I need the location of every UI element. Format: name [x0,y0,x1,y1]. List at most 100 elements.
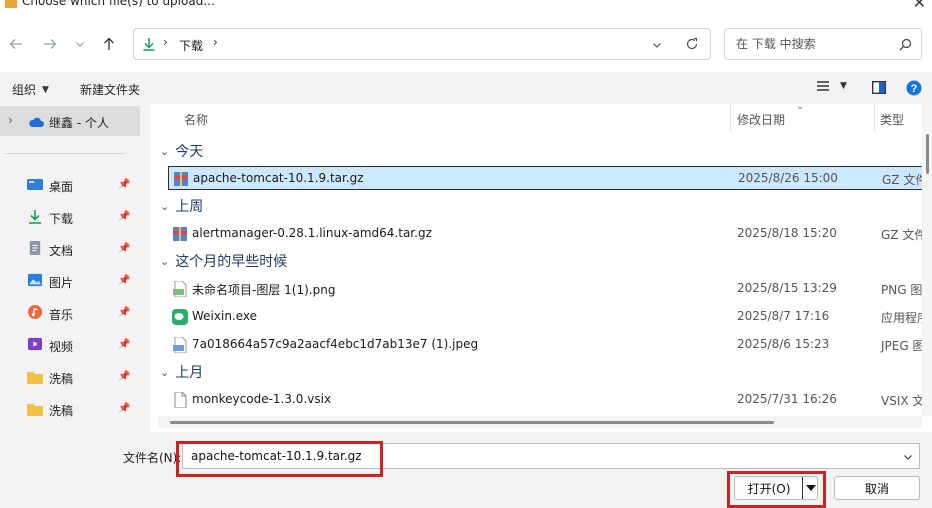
chevron-down-icon: ⌄ [160,254,170,268]
organize-label: 组织 [12,83,37,97]
file-type: VSIX 文 [881,394,922,408]
chevron-right-icon: › [163,35,168,49]
sidebar-item-music[interactable]: 音乐 📌 [0,298,140,328]
recent-locations-button[interactable] [67,31,93,57]
chevron-down-icon[interactable] [903,452,913,462]
chevron-down-icon [76,42,84,47]
app-icon [5,0,17,8]
file-row[interactable]: monkeycode-1.3.0.vsix 2025/7/31 16:26 VS… [168,388,922,412]
pin-icon: 📌 [118,243,131,254]
file-date: 2025/7/31 16:26 [737,392,837,406]
new-folder-button[interactable]: 新建文件夹 [80,81,140,98]
desktop-icon [27,179,43,190]
file-name: 7a018664a57c9a2aacf4ebc1d7ab13e7 (1).jpe… [192,337,479,351]
video-icon [28,337,42,351]
preview-pane-icon[interactable] [872,81,886,94]
pin-icon: 📌 [118,339,131,350]
caret-down-icon: ▼ [42,84,49,95]
chevron-down-icon: ⌄ [160,199,170,213]
folder-icon [27,404,43,416]
svg-text:?: ? [911,83,918,95]
file-list: 名称 ⌄ 修改日期 类型 ⌄ 今天 apache-tomcat-10.1.9.t… [158,104,922,416]
file-row[interactable]: apache-tomcat-10.1.9.tar.gz 2025/8/26 15… [168,166,922,190]
sidebar-item-documents[interactable]: 文档 📌 [0,234,140,264]
breadcrumb-downloads[interactable]: 下载 [179,37,203,54]
document-icon [29,241,41,255]
sidebar-item-folder[interactable]: 洗稿 📌 [0,362,140,392]
column-separator[interactable] [874,104,875,132]
scrollbar-thumb[interactable] [926,134,929,174]
file-row[interactable]: alertmanager-0.28.1.linux-amd64.tar.gz 2… [168,222,922,246]
arrow-up-icon [104,37,114,50]
group-label: 上月 [175,365,204,381]
command-bar: 组织 ▼ 新建文件夹 ▼ ? [0,72,932,104]
arrow-left-icon [9,39,22,49]
search-box[interactable] [724,28,922,60]
column-header-name[interactable]: 名称 [184,111,208,128]
file-type: PNG 图 [881,283,922,297]
back-button[interactable] [3,31,29,57]
search-icon[interactable] [899,38,912,51]
column-header-type[interactable]: 类型 [880,111,904,128]
group-label: 这个月的早些时候 [175,254,288,270]
group-header-earlier-this-month[interactable]: ⌄ 这个月的早些时候 [160,251,287,271]
view-options-button[interactable]: ▼ [816,80,847,92]
cancel-button[interactable]: 取消 [834,476,920,500]
chevron-right-icon[interactable]: › [8,113,13,127]
pin-icon: 📌 [118,307,131,318]
caret-down-icon: ▼ [840,81,847,91]
horizontal-scrollbar[interactable] [158,416,922,428]
sidebar-item-label: 桌面 [49,180,74,194]
sidebar-item-label: 继鑫 - 个人 [49,116,109,130]
refresh-icon[interactable] [685,37,699,51]
scrollbar-thumb[interactable] [170,421,774,424]
pin-icon: 📌 [118,211,131,222]
search-input[interactable] [734,36,898,52]
sidebar-item-folder[interactable]: 洗稿 📌 [0,394,140,424]
file-name: 未命名项目-图层 1(1).png [192,283,336,297]
vertical-scrollbar[interactable] [922,104,932,416]
help-icon[interactable]: ? [906,80,922,96]
address-bar[interactable]: › 下载 › [133,28,711,60]
pin-icon: 📌 [118,371,131,382]
sidebar-item-label: 音乐 [49,308,74,322]
file-date: 2025/8/6 15:23 [737,337,830,351]
download-icon [143,38,155,51]
file-name: monkeycode-1.3.0.vsix [192,392,332,406]
column-separator[interactable] [730,104,731,132]
sidebar-item-onedrive[interactable]: › 继鑫 - 个人 [0,106,140,136]
image-icon [173,281,187,297]
column-header-date[interactable]: 修改日期 [737,111,785,128]
file-row[interactable]: Weixin.exe 2025/8/7 17:16 应用程序 [168,305,922,329]
organize-button[interactable]: 组织 ▼ [12,81,49,98]
wechat-icon [172,309,188,325]
sidebar-item-label: 洗稿 [49,372,74,386]
sidebar-item-videos[interactable]: 视频 📌 [0,330,140,360]
chevron-down-icon[interactable] [652,40,662,50]
file-type: 应用程序 [881,311,922,325]
file-row[interactable]: 7a018664a57c9a2aacf4ebc1d7ab13e7 (1).jpe… [168,333,922,357]
sidebar-item-downloads[interactable]: 下载 📌 [0,202,140,232]
music-icon [28,305,42,319]
sidebar-item-pictures[interactable]: 图片 📌 [0,266,140,296]
forward-button[interactable] [37,31,63,57]
close-icon[interactable]: ✕ [913,0,926,12]
pictures-icon [28,273,42,287]
chevron-right-icon[interactable]: › [213,35,218,49]
group-header-last-week[interactable]: ⌄ 上周 [160,196,203,216]
file-icon [174,392,187,408]
group-label: 今天 [175,144,204,160]
sidebar-item-desktop[interactable]: 桌面 📌 [0,170,140,200]
navigation-pane: › 继鑫 - 个人 桌面 📌 下载 📌 文档 📌 图片 📌 音乐 📌 视频 📌 [0,104,150,432]
file-date: 2025/8/26 15:00 [738,171,838,185]
file-type: GZ 文件 [881,228,922,242]
sort-indicator-icon: ⌄ [796,104,805,112]
file-name: apache-tomcat-10.1.9.tar.gz [193,171,364,185]
file-row[interactable]: 未命名项目-图层 1(1).png 2025/8/15 13:29 PNG 图 [168,277,922,301]
group-header-today[interactable]: ⌄ 今天 [160,141,203,161]
pin-icon: 📌 [118,403,131,414]
sidebar-item-label: 洗稿 [49,404,74,418]
up-button[interactable] [96,31,122,57]
group-header-last-month[interactable]: ⌄ 上月 [160,362,203,382]
file-date: 2025/8/7 17:16 [737,309,830,323]
